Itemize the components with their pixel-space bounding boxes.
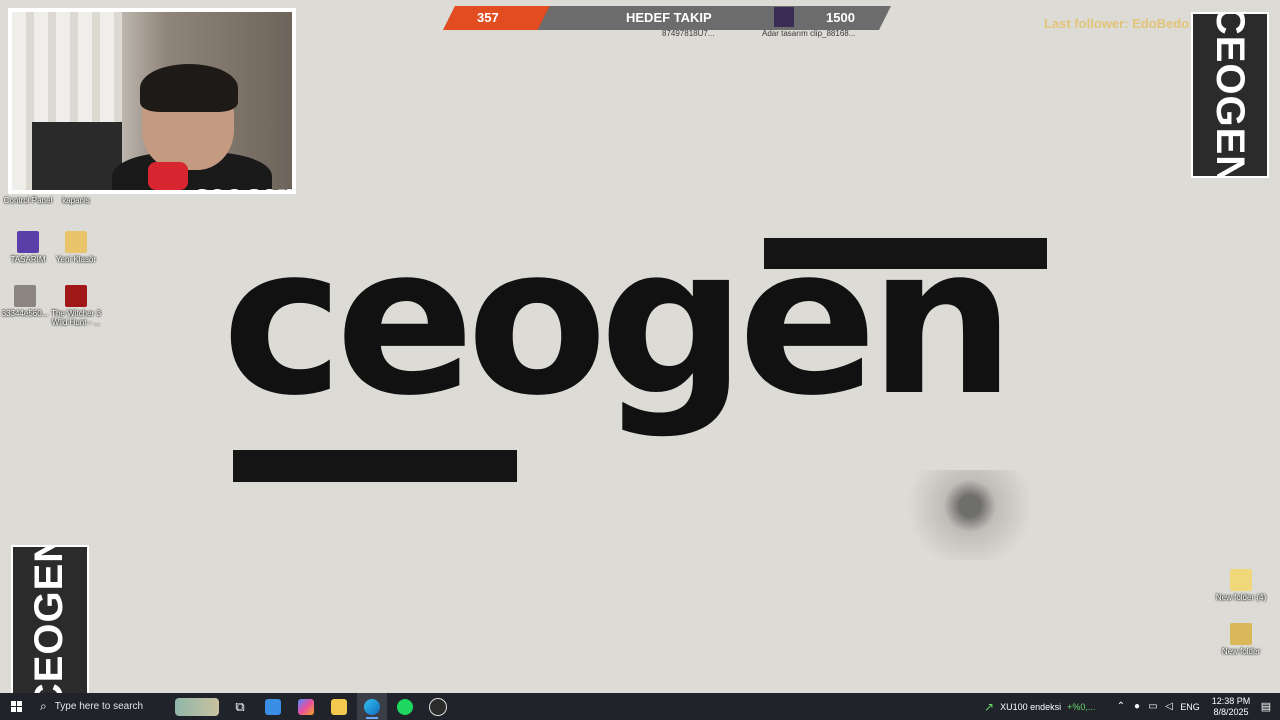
goal-current-count: 357 — [477, 10, 499, 25]
desktop-icon-label: Yeni Klasör — [55, 255, 97, 264]
webcam-feed: ceogen — [12, 12, 292, 190]
search-icon: ⌕ — [40, 699, 47, 713]
desktop: ceogen 357 HEDEF TAKIP 1500 87497818U7..… — [0, 0, 1280, 693]
search-highlight-icon — [175, 697, 219, 716]
obs-icon — [429, 697, 447, 716]
design-file-icon — [17, 231, 39, 253]
tray-microphone[interactable]: ● — [1130, 693, 1144, 720]
taskbar-clock[interactable]: 12:38 PM 8/8/2025 — [1202, 693, 1260, 720]
desktop-icon-label: kapanis — [62, 196, 90, 205]
folder-icon — [1230, 569, 1252, 591]
taskbar-app-obs[interactable] — [423, 693, 453, 720]
goal-subtext-right: Adar tasarım clip_88168... — [762, 29, 856, 38]
copilot-icon — [298, 698, 314, 715]
desktop-icon-kapanis[interactable]: kapanis — [48, 196, 104, 205]
microsoft-store-icon — [265, 698, 281, 715]
stock-chart-icon: ↗ — [984, 699, 995, 714]
microphone-icon — [148, 162, 188, 190]
chevron-up-icon: ⌃ — [1116, 701, 1126, 712]
last-follower-label: Last follower: EdoBedo — [1044, 16, 1190, 31]
network-icon: ▭ — [1148, 701, 1158, 712]
desktop-icon-yeni-klasor[interactable]: Yeni Klasör — [48, 231, 104, 264]
folder-icon — [65, 231, 87, 253]
microphone-tray-icon: ● — [1133, 701, 1141, 712]
tray-volume[interactable]: ◁ — [1162, 693, 1176, 720]
language-label: ENG — [1180, 701, 1200, 712]
wallpaper-spray-texture — [880, 470, 1060, 560]
brand-badge-bottom: CEOGEN — [11, 545, 89, 693]
tray-language[interactable]: ENG — [1178, 693, 1202, 720]
taskbar: ⌕ Type here to search ⧉ ↗ XU100 endeksi … — [0, 693, 1280, 720]
file-explorer-icon — [331, 698, 347, 715]
windows-logo-icon — [10, 701, 22, 712]
taskbar-app-store[interactable] — [258, 693, 288, 720]
stock-name: XU100 endeksi — [1000, 701, 1062, 712]
stock-change: +%0,... — [1067, 701, 1096, 712]
desktop-icon-image-file[interactable]: 33344e560... — [0, 285, 53, 318]
brand-badge-bottom-text: CEOGEN — [27, 545, 72, 693]
wallpaper-logo-bar-bottom — [233, 450, 517, 482]
volume-icon: ◁ — [1165, 701, 1173, 712]
follower-goal-bar: 357 HEDEF TAKIP 1500 — [443, 6, 891, 30]
goal-title: HEDEF TAKIP — [626, 10, 712, 25]
desktop-icon-new-folder[interactable]: New folder — [1213, 623, 1269, 656]
desktop-icon-label: New folder — [1221, 647, 1261, 656]
start-button[interactable] — [0, 693, 32, 720]
stock-widget[interactable]: ↗ XU100 endeksi +%0,... — [984, 693, 1104, 720]
desktop-icon-label: The Witcher 3 Wild Hunt - ... — [51, 309, 101, 327]
webcam-overlay: ceogen — [8, 8, 296, 194]
active-app-indicator — [366, 717, 378, 719]
game-icon — [65, 285, 87, 307]
task-view-icon: ⧉ — [235, 698, 245, 714]
folder-icon — [1230, 623, 1252, 645]
taskbar-app-edge[interactable] — [357, 693, 387, 720]
tray-overflow-button[interactable]: ⌃ — [1114, 693, 1128, 720]
webcam-chair — [32, 122, 122, 190]
spotify-icon — [397, 698, 413, 715]
goal-subtext-left: 87497818U7... — [662, 29, 715, 38]
desktop-icon-new-folder-4[interactable]: New folder (4) — [1213, 569, 1269, 602]
desktop-icon-label: 33344e560... — [1, 309, 49, 318]
desktop-icon-label: New folder (4) — [1215, 593, 1267, 602]
brand-badge-top-text: CEOGEN — [1208, 12, 1253, 178]
wallpaper-logo-wordmark: ceogen — [222, 203, 1015, 441]
edge-browser-icon — [364, 698, 380, 715]
goal-target-count: 1500 — [826, 10, 855, 25]
image-file-icon — [14, 285, 36, 307]
brand-badge-top: CEOGEN — [1191, 12, 1269, 178]
search-highlight-image[interactable] — [172, 693, 222, 720]
taskbar-app-copilot[interactable] — [291, 693, 321, 720]
desktop-icon-witcher3[interactable]: The Witcher 3 Wild Hunt - ... — [48, 285, 104, 327]
taskbar-app-file-explorer[interactable] — [324, 693, 354, 720]
clock-time: 12:38 PM — [1211, 695, 1251, 706]
tray-network[interactable]: ▭ — [1146, 693, 1160, 720]
task-view-button[interactable]: ⧉ — [225, 693, 255, 720]
notification-icon: ▤ — [1260, 701, 1272, 713]
webcam-person-hair — [140, 64, 238, 112]
taskbar-app-spotify[interactable] — [390, 693, 420, 720]
notification-center-button[interactable]: ▤ — [1258, 693, 1274, 720]
search-placeholder: Type here to search — [54, 701, 144, 712]
webcam-name-label: ceogen — [192, 180, 292, 190]
goal-avatar-icon — [774, 7, 794, 27]
clock-date: 8/8/2025 — [1213, 706, 1249, 717]
